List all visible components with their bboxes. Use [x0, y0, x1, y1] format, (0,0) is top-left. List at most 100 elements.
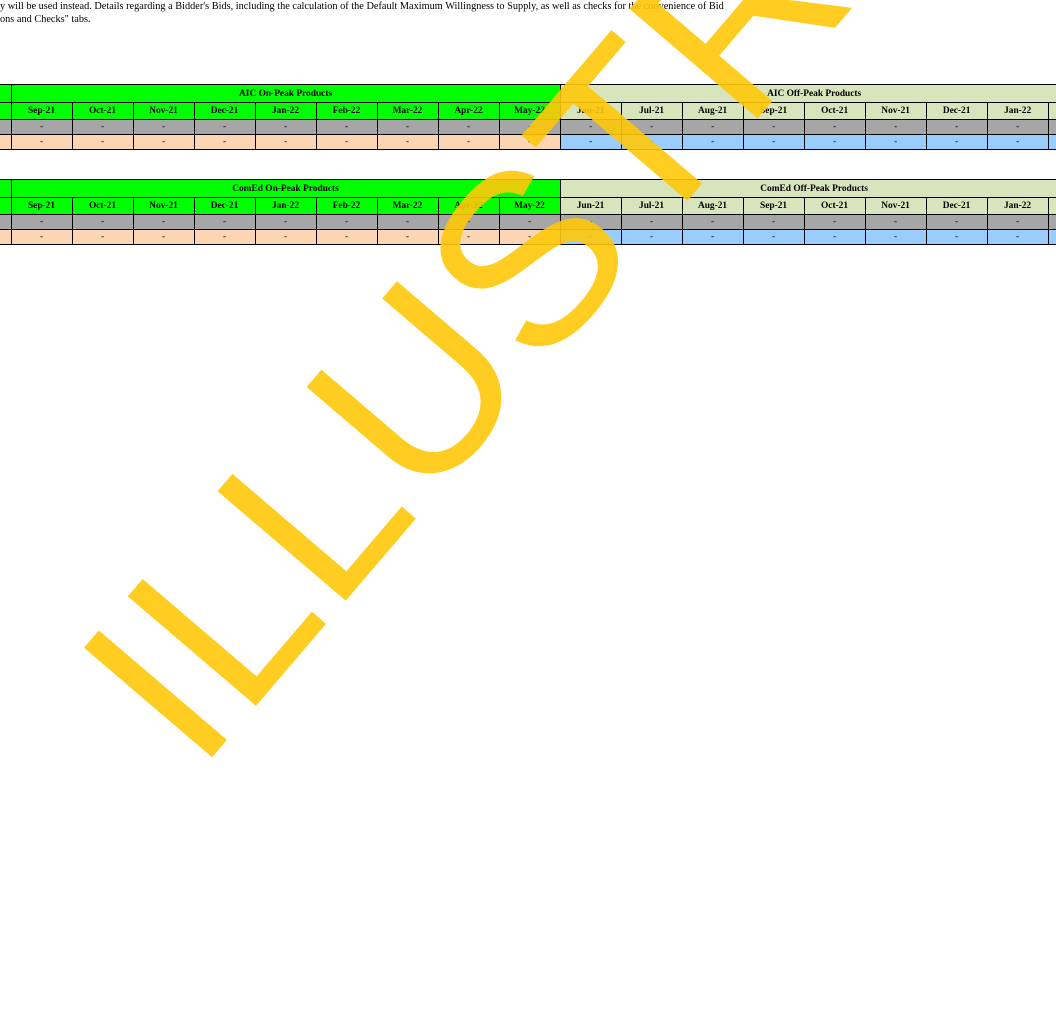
- on-peak-month-header: Sep-21: [10, 102, 73, 120]
- on-peak-value-cell[interactable]: -: [315, 134, 378, 150]
- off-peak-month-header: Aug-21: [681, 197, 744, 215]
- off-peak-value-cell[interactable]: -: [742, 119, 805, 135]
- off-peak-month-header: Jul-21: [620, 197, 683, 215]
- off-peak-value-cell[interactable]: -: [681, 229, 744, 245]
- on-peak-value-cell[interactable]: -: [315, 119, 378, 135]
- off-peak-value-cell[interactable]: -: [803, 214, 866, 230]
- on-peak-value-cell[interactable]: -: [315, 229, 378, 245]
- month-lead-cell: [0, 197, 12, 215]
- on-peak-month-header: Feb-22: [315, 102, 378, 120]
- on-peak-value-cell[interactable]: -: [71, 134, 134, 150]
- value-tail-cell: [1047, 134, 1056, 150]
- on-peak-value-cell[interactable]: -: [71, 119, 134, 135]
- off-peak-value-cell[interactable]: -: [620, 134, 683, 150]
- on-peak-value-cell[interactable]: -: [193, 229, 256, 245]
- on-peak-value-cell[interactable]: -: [193, 119, 256, 135]
- off-peak-month-header: Aug-21: [681, 102, 744, 120]
- on-peak-value-cell[interactable]: -: [254, 229, 317, 245]
- on-peak-value-cell[interactable]: -: [132, 134, 195, 150]
- off-peak-value-cell[interactable]: -: [620, 229, 683, 245]
- on-peak-value-cell[interactable]: -: [71, 229, 134, 245]
- on-peak-month-header: Oct-21: [71, 197, 134, 215]
- on-peak-value-cell[interactable]: -: [376, 119, 439, 135]
- on-peak-value-cell[interactable]: -: [132, 229, 195, 245]
- off-peak-month-header: Sep-21: [742, 197, 805, 215]
- off-peak-value-cell[interactable]: -: [803, 119, 866, 135]
- on-peak-month-header: Oct-21: [71, 102, 134, 120]
- on-peak-value-cell[interactable]: -: [498, 229, 561, 245]
- off-peak-month-header: Dec-21: [925, 197, 988, 215]
- off-peak-value-cell[interactable]: -: [925, 134, 988, 150]
- off-peak-value-cell[interactable]: -: [742, 229, 805, 245]
- off-peak-value-cell[interactable]: -: [986, 134, 1049, 150]
- on-peak-value-cell[interactable]: -: [193, 134, 256, 150]
- month-tail-cell: [1047, 102, 1056, 120]
- on-peak-value-cell[interactable]: -: [132, 119, 195, 135]
- on-peak-value-cell[interactable]: -: [254, 119, 317, 135]
- off-peak-value-cell[interactable]: -: [986, 229, 1049, 245]
- off-peak-value-cell[interactable]: -: [559, 229, 622, 245]
- off-peak-value-cell[interactable]: -: [864, 134, 927, 150]
- off-peak-value-cell[interactable]: -: [559, 119, 622, 135]
- off-peak-value-cell[interactable]: -: [803, 134, 866, 150]
- off-peak-value-cell[interactable]: -: [742, 214, 805, 230]
- off-peak-value-cell[interactable]: -: [925, 119, 988, 135]
- off-peak-value-cell[interactable]: -: [742, 134, 805, 150]
- on-peak-value-cell[interactable]: -: [71, 214, 134, 230]
- on-peak-value-cell[interactable]: -: [376, 229, 439, 245]
- off-peak-month-header: Dec-21: [925, 102, 988, 120]
- aic-products-table: AIC On-Peak Products AIC Off-Peak Product…: [0, 84, 1056, 150]
- off-peak-value-cell[interactable]: -: [681, 119, 744, 135]
- on-peak-value-cell[interactable]: -: [437, 134, 500, 150]
- off-peak-value-cell[interactable]: -: [681, 134, 744, 150]
- off-peak-value-cell[interactable]: -: [681, 214, 744, 230]
- on-peak-value-cell[interactable]: -: [376, 214, 439, 230]
- off-peak-value-cell[interactable]: -: [986, 119, 1049, 135]
- off-peak-month-header: Nov-21: [864, 197, 927, 215]
- on-peak-value-cell[interactable]: -: [437, 119, 500, 135]
- on-peak-month-header: May-22: [498, 197, 561, 215]
- value-tail-cell: [1047, 119, 1056, 135]
- on-peak-value-cell[interactable]: -: [10, 214, 73, 230]
- off-peak-value-cell[interactable]: -: [864, 229, 927, 245]
- off-peak-month-header: Jun-21: [559, 102, 622, 120]
- off-peak-value-cell[interactable]: -: [620, 214, 683, 230]
- on-peak-value-cell[interactable]: -: [10, 119, 73, 135]
- on-peak-value-cell[interactable]: -: [498, 134, 561, 150]
- on-peak-month-header: Dec-21: [193, 102, 256, 120]
- off-peak-value-cell[interactable]: -: [803, 229, 866, 245]
- on-peak-value-cell[interactable]: -: [315, 214, 378, 230]
- on-peak-month-header: Nov-21: [132, 197, 195, 215]
- on-peak-value-cell[interactable]: -: [376, 134, 439, 150]
- on-peak-value-cell[interactable]: -: [10, 229, 73, 245]
- on-peak-value-cell[interactable]: -: [193, 214, 256, 230]
- off-peak-value-cell[interactable]: -: [986, 214, 1049, 230]
- value-tail-cell: [1047, 214, 1056, 230]
- on-peak-month-header: Sep-21: [10, 197, 73, 215]
- off-peak-value-cell[interactable]: -: [559, 134, 622, 150]
- off-peak-value-cell[interactable]: -: [559, 214, 622, 230]
- off-peak-value-cell[interactable]: -: [925, 214, 988, 230]
- on-peak-value-cell[interactable]: -: [437, 214, 500, 230]
- on-peak-month-header: Mar-22: [376, 102, 439, 120]
- off-peak-month-header: Oct-21: [803, 102, 866, 120]
- off-peak-month-header: Jan-22: [986, 102, 1049, 120]
- on-peak-value-cell[interactable]: -: [437, 229, 500, 245]
- on-peak-products-header: ComEd On-Peak Products: [10, 179, 561, 198]
- note-line-1: y will be used instead. Details regardin…: [0, 1, 724, 12]
- month-tail-cell: [1047, 197, 1056, 215]
- on-peak-month-header: Dec-21: [193, 197, 256, 215]
- off-peak-month-header: Nov-21: [864, 102, 927, 120]
- off-peak-value-cell[interactable]: -: [864, 214, 927, 230]
- off-peak-value-cell[interactable]: -: [620, 119, 683, 135]
- on-peak-value-cell[interactable]: -: [498, 214, 561, 230]
- on-peak-value-cell[interactable]: -: [254, 134, 317, 150]
- on-peak-value-cell[interactable]: -: [498, 119, 561, 135]
- spreadsheet-page: y will be used instead. Details regardin…: [0, 0, 1056, 1029]
- on-peak-value-cell[interactable]: -: [10, 134, 73, 150]
- off-peak-value-cell[interactable]: -: [925, 229, 988, 245]
- off-peak-value-cell[interactable]: -: [864, 119, 927, 135]
- on-peak-value-cell[interactable]: -: [254, 214, 317, 230]
- on-peak-products-header: AIC On-Peak Products: [10, 84, 561, 103]
- on-peak-value-cell[interactable]: -: [132, 214, 195, 230]
